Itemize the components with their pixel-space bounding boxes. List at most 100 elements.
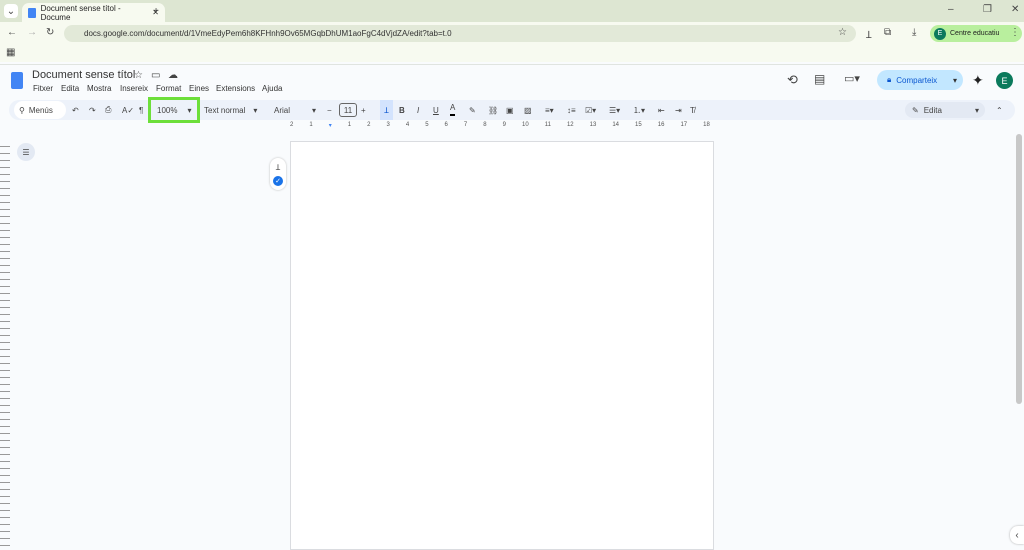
close-window-icon[interactable]: ✕ — [1011, 4, 1019, 15]
ruler-tick-label: 1 — [309, 122, 313, 128]
minimize-icon[interactable]: – — [948, 4, 954, 15]
menu-mostra[interactable]: Mostra — [87, 84, 111, 93]
line-spacing-icon[interactable]: ↕≡ — [567, 100, 576, 120]
highlight-icon[interactable]: ✎ — [469, 100, 476, 120]
ruler-tick-label: 9 — [502, 122, 506, 128]
underline-icon[interactable]: U — [433, 100, 439, 120]
decrease-indent-icon[interactable]: ⇤ — [658, 100, 665, 120]
lock-icon: 🔒︎ — [887, 75, 892, 84]
star-icon[interactable]: ☆ — [134, 70, 143, 81]
bookmark-star-icon[interactable]: ☆ — [838, 27, 847, 38]
ruler-tick-label: 12 — [566, 122, 574, 128]
font-size-input[interactable]: 11 — [339, 103, 357, 117]
chevron-down-icon: ▾ — [253, 105, 258, 115]
gemini-icon[interactable]: ✦ — [972, 72, 984, 89]
profile-button[interactable]: E Centre educatiu — [930, 25, 1022, 42]
back-icon[interactable]: ← — [7, 27, 17, 38]
menu-edita[interactable]: Edita — [61, 84, 79, 93]
reload-icon[interactable]: ↻ — [46, 27, 54, 38]
ruler-tick-label: 3 — [386, 122, 390, 128]
horizontal-ruler[interactable]: 2 1 ▾ 1 2 3 4 5 6 7 8 9 10 11 12 13 14 15 16 17 18 — [290, 122, 714, 132]
account-avatar[interactable]: E — [996, 72, 1013, 89]
menu-format[interactable]: Format — [156, 84, 181, 93]
profile-label: Centre educatiu — [950, 30, 1000, 37]
menu-extensions[interactable]: Extensions — [216, 84, 255, 93]
url-input[interactable]: docs.google.com/document/d/1VmeEdyPem6h8… — [64, 25, 856, 42]
menu-fitxer[interactable]: Fitxer — [33, 84, 53, 93]
clear-formatting-icon[interactable]: T̸ — [690, 100, 695, 120]
new-tab-icon[interactable]: + — [150, 4, 162, 18]
editing-mode-select[interactable]: ✎ Edita ▾ — [905, 102, 985, 118]
share-button[interactable]: 🔒︎ Comparteix ▾ — [877, 70, 963, 90]
image-icon[interactable]: ▨ — [524, 100, 532, 120]
document-page[interactable] — [290, 141, 714, 550]
ruler-tick-label: 5 — [425, 122, 429, 128]
ruler-tick-label: 1 — [347, 122, 352, 128]
tab-search-icon[interactable]: ⌄ — [4, 4, 18, 18]
spellcheck-icon[interactable]: A✓ — [122, 100, 134, 120]
extensions-icon[interactable]: ⧉ — [884, 27, 891, 38]
forward-icon[interactable]: → — [27, 27, 37, 38]
align-icon[interactable]: ≡▾ — [545, 100, 554, 120]
ruler-tick-label: 11 — [544, 122, 551, 128]
ruler-tick-label: 10 — [521, 122, 529, 128]
scrollbar[interactable] — [1016, 134, 1022, 404]
docs-logo-icon[interactable] — [11, 72, 23, 89]
browser-menu-icon[interactable]: ⋮ — [1010, 27, 1020, 38]
indent-marker-icon[interactable]: ▾ — [329, 122, 332, 129]
download-icon[interactable]: ⤓ — [912, 27, 916, 38]
menu-insereix[interactable]: Insereix — [120, 84, 148, 93]
ruler-tick-label: 15 — [635, 122, 642, 128]
undo-icon[interactable]: ↶ — [72, 100, 79, 120]
side-panel-toggle-icon[interactable]: ‹ — [1010, 526, 1024, 544]
paint-format-icon[interactable]: ¶ — [139, 100, 143, 120]
font-select[interactable]: Arial ▾ — [274, 100, 316, 120]
meet-icon[interactable]: ▭▾ — [844, 72, 860, 85]
ruler-tick-label: 7 — [463, 122, 468, 128]
increase-font-icon[interactable]: + — [361, 100, 366, 120]
bullet-list-icon[interactable]: ☰▾ — [609, 100, 620, 120]
version-history-icon[interactable]: ⟲ — [787, 72, 798, 88]
move-folder-icon[interactable]: ▭ — [151, 70, 160, 81]
docs-icon — [28, 7, 36, 18]
numbered-list-icon[interactable]: ⒈▾ — [633, 100, 645, 120]
text-color-icon[interactable]: A — [450, 100, 456, 116]
italic-icon[interactable]: I — [417, 100, 419, 120]
menu-ajuda[interactable]: Ajuda — [262, 84, 282, 93]
document-title[interactable]: Document sense títol — [32, 69, 135, 81]
redo-icon[interactable]: ↷ — [89, 100, 96, 120]
comments-icon[interactable]: ▤ — [814, 72, 825, 86]
check-icon[interactable]: ✓ — [273, 176, 283, 186]
ruler-tick-label: 2 — [367, 122, 371, 128]
cloud-status-icon[interactable]: ☁ — [168, 70, 178, 81]
apps-grid-icon[interactable]: ▦ — [6, 47, 15, 58]
url-text: docs.google.com/document/d/1VmeEdyPem6h8… — [84, 29, 452, 38]
outline-icon[interactable]: ☰ — [17, 143, 35, 161]
print-icon[interactable]: ⎙ — [105, 100, 111, 120]
extension-translate-icon[interactable]: Ʇ — [866, 27, 872, 41]
search-icon: ⚲ — [19, 105, 25, 115]
style-select[interactable]: Text normal ▾ — [204, 100, 257, 120]
ruler-tick-label: 4 — [405, 122, 410, 128]
ruler-tick-label: 18 — [703, 122, 710, 128]
search-menus-input[interactable]: ⚲ Menús — [14, 101, 66, 119]
increase-indent-icon[interactable]: ⇥ — [675, 100, 682, 120]
text-format-icon[interactable]: Ʇ — [276, 162, 280, 173]
menu-eines[interactable]: Eines — [189, 84, 209, 93]
share-label: Comparteix — [896, 75, 938, 85]
comment-icon[interactable]: ▣ — [506, 100, 514, 120]
profile-avatar: E — [934, 27, 946, 40]
collapse-toolbar-icon[interactable]: ⌃ — [996, 100, 1003, 120]
ruler-tick-label: 17 — [680, 122, 688, 128]
checklist-icon[interactable]: ☑▾ — [585, 100, 596, 120]
text-format-icon[interactable]: Ʇ — [380, 100, 393, 120]
link-icon[interactable]: ⛓ — [488, 100, 498, 120]
mode-value: Edita — [923, 105, 942, 115]
bold-icon[interactable]: B — [399, 100, 405, 120]
browser-tab[interactable]: Document sense títol - Docume ✕ — [22, 3, 165, 22]
chevron-down-icon[interactable]: ▾ — [953, 76, 957, 85]
chevron-down-icon: ▾ — [312, 105, 317, 115]
decrease-font-icon[interactable]: − — [327, 100, 332, 120]
vertical-ruler[interactable] — [0, 140, 10, 550]
restore-icon[interactable]: ❐ — [983, 4, 992, 15]
